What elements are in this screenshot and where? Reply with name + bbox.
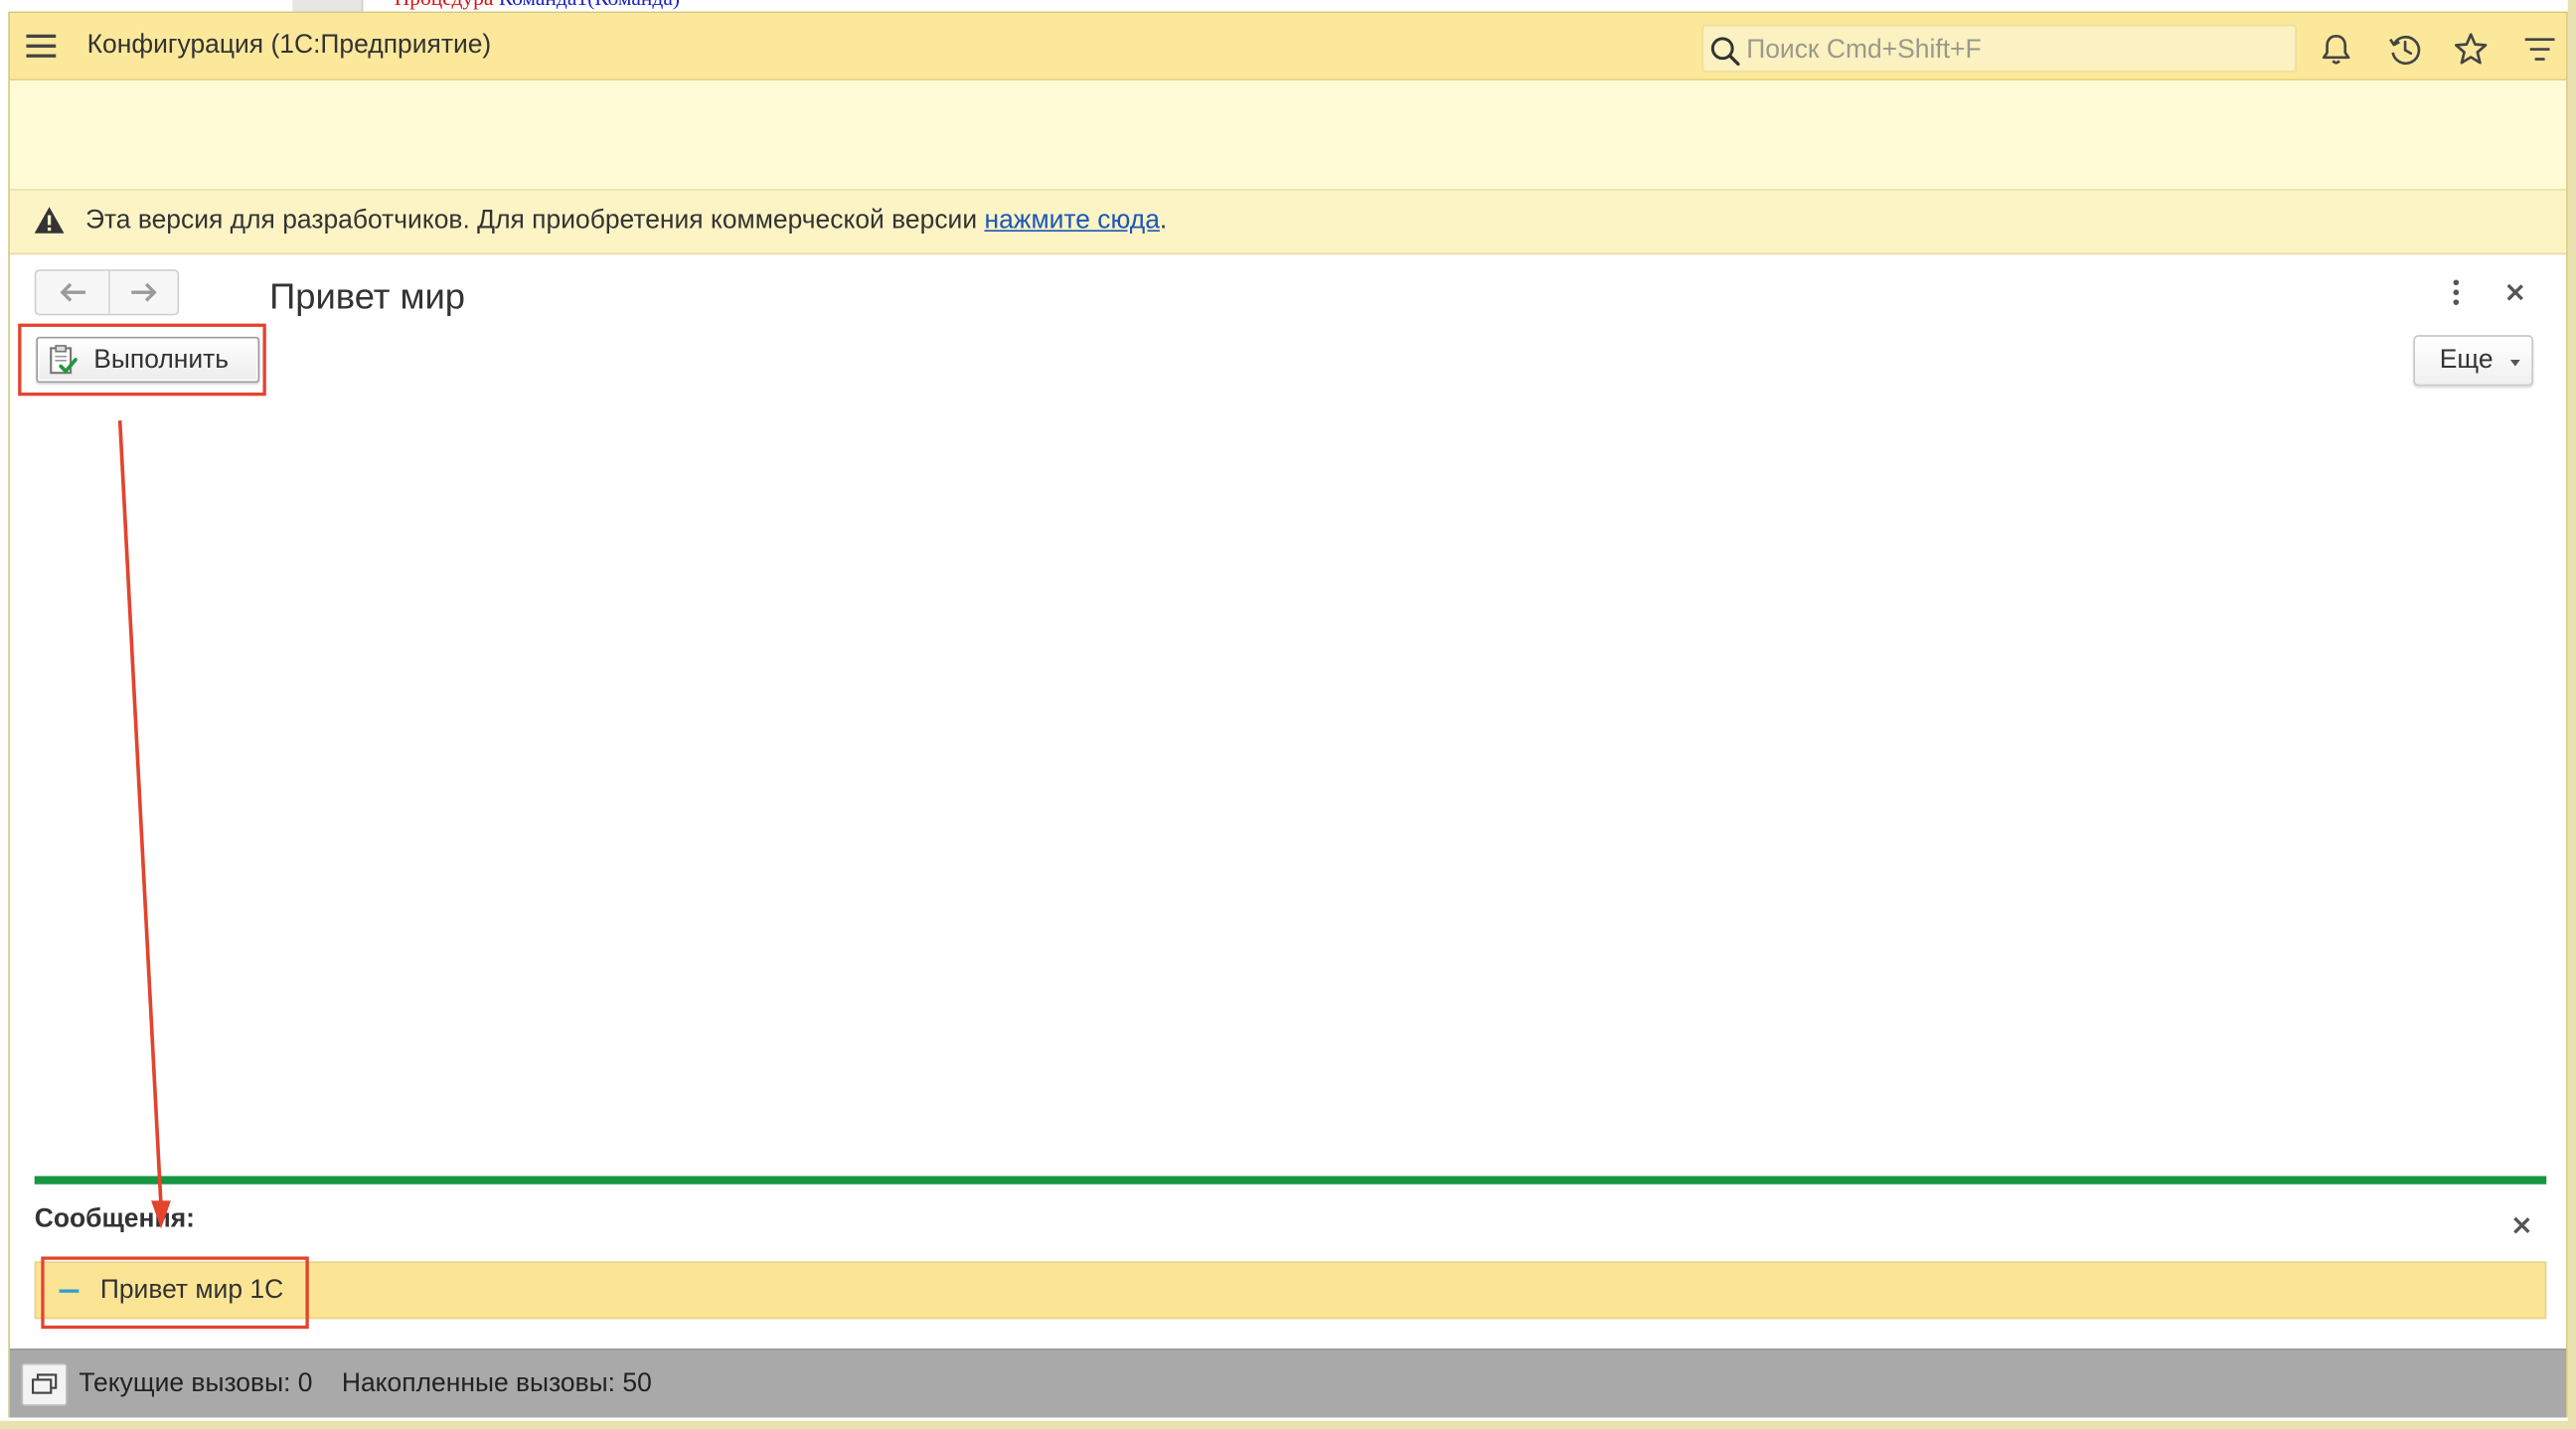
background-window-strip: Процедура Команда1(Команда)	[0, 0, 2576, 12]
history-icon[interactable]	[2387, 31, 2423, 67]
app-title: Конфигурация (1С:Предприятие)	[86, 31, 492, 60]
forward-button[interactable]	[108, 271, 177, 314]
message-marker-icon	[59, 1289, 80, 1293]
messages-separator	[34, 1176, 2547, 1185]
back-button[interactable]	[36, 270, 110, 314]
title-bar: Конфигурация (1С:Предприятие)	[9, 13, 2567, 80]
search-input[interactable]	[1742, 31, 2293, 70]
message-row[interactable]: Привет мир 1С	[34, 1261, 2547, 1320]
more-options-icon[interactable]	[2441, 276, 2471, 309]
status-bar: Текущие вызовы: 0 Накопленные вызовы: 50	[9, 1349, 2567, 1418]
windows-icon	[31, 1373, 58, 1394]
warning-text: Эта версия для разработчиков. Для приобр…	[85, 207, 1167, 237]
screen: Процедура Команда1(Команда) Конфигурация…	[0, 0, 2576, 1429]
sections-panel	[9, 79, 2567, 191]
search-icon	[1710, 37, 1740, 67]
arrow-left-icon	[60, 282, 85, 302]
form-close-icon[interactable]	[2502, 279, 2528, 305]
warning-suffix: .	[1159, 207, 1168, 236]
chevron-down-icon	[2509, 359, 2520, 367]
app-window: Конфигурация (1С:Предприятие) Поиск Cmd+…	[8, 11, 2568, 1418]
bell-icon[interactable]	[2318, 31, 2353, 67]
run-button-label: Выполнить	[93, 346, 230, 375]
clipboard-check-icon	[50, 345, 78, 375]
code-gutter	[292, 0, 364, 12]
messages-close-icon[interactable]	[2508, 1212, 2534, 1238]
arrow-right-icon	[131, 282, 157, 302]
messages-header: Сообщения:	[34, 1205, 195, 1234]
more-button-label: Еще	[2439, 346, 2494, 375]
navigation-buttons	[34, 269, 180, 316]
hamburger-menu-icon[interactable]	[26, 34, 57, 58]
warning-bar: Эта версия для разработчиков. Для приобр…	[9, 190, 2567, 255]
run-button[interactable]: Выполнить	[36, 336, 260, 384]
calls-counter: Текущие вызовы: 0 Накопленные вызовы: 50	[79, 1369, 652, 1398]
form-title: Привет мир	[269, 275, 466, 318]
windows-button[interactable]	[21, 1362, 68, 1406]
purchase-link[interactable]: нажмите сюда	[984, 207, 1159, 235]
star-icon[interactable]	[2453, 31, 2489, 67]
warning-message: Эта версия для разработчиков. Для приобр…	[84, 207, 985, 236]
code-keyword: Процедура	[395, 0, 494, 10]
code-rest: Команда1(Команда)	[499, 0, 680, 10]
menu-list-icon[interactable]	[2521, 31, 2557, 67]
background-code-line: Процедура Команда1(Команда)	[395, 0, 680, 12]
message-text: Привет мир 1С	[99, 1276, 284, 1305]
warning-icon	[34, 207, 65, 234]
more-button[interactable]: Еще	[2413, 335, 2534, 387]
search-box[interactable]	[1701, 24, 2297, 73]
